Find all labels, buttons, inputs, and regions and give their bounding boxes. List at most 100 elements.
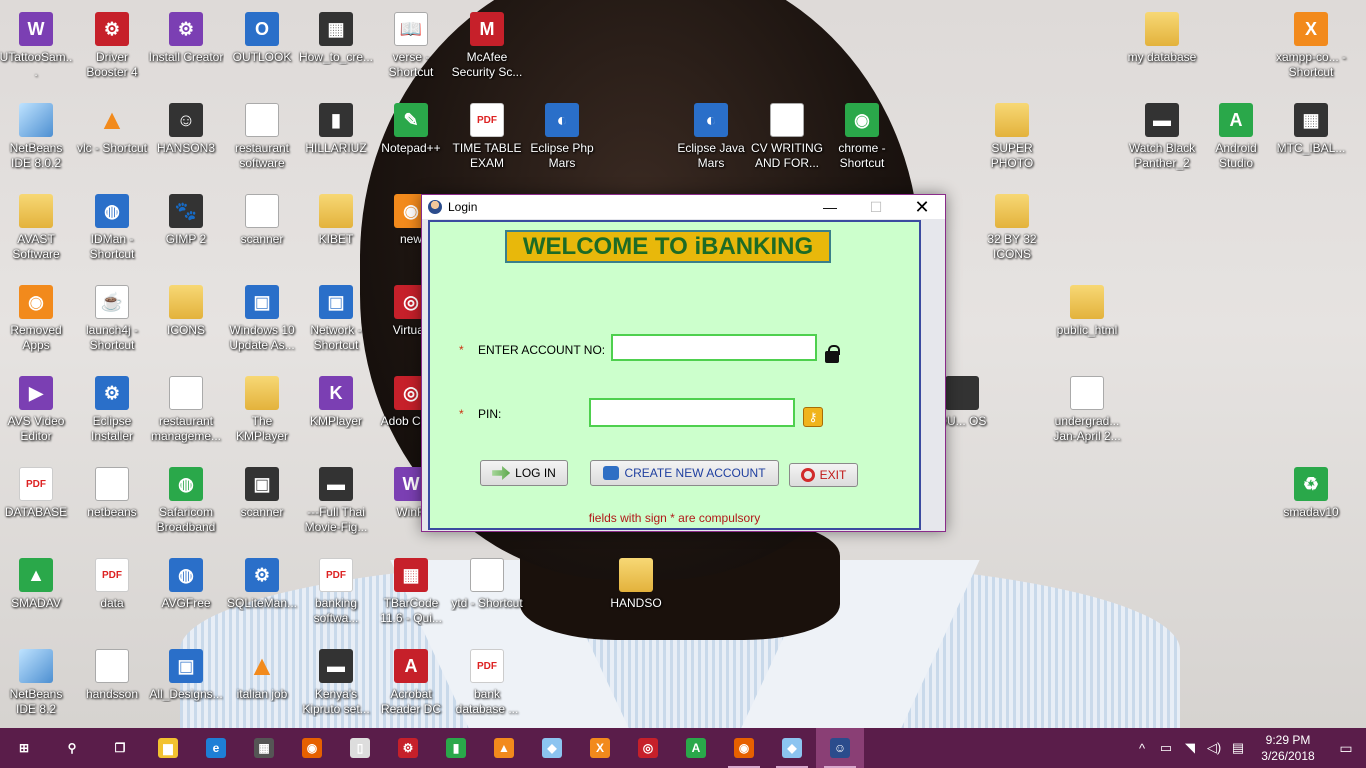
login-button[interactable]: LOG IN xyxy=(480,460,568,486)
clock[interactable]: 9:29 PM 3/26/2018 xyxy=(1250,732,1326,764)
desktop-icon[interactable]: ♻ smadav10 xyxy=(1273,461,1349,520)
desktop-icon[interactable]: HANDSO xyxy=(598,552,674,611)
volume-icon[interactable]: ◁) xyxy=(1202,740,1226,756)
taskbar-store[interactable]: ▦ xyxy=(240,728,288,768)
taskbar-edge[interactable]: e xyxy=(192,728,240,768)
desktop-icon[interactable]: M McAfee Security Sc... xyxy=(449,6,525,80)
network-icon[interactable]: ◥ xyxy=(1178,740,1202,756)
exit-button[interactable]: EXIT xyxy=(789,463,858,487)
desktop-icon[interactable]: ▣ Windows 10 Update As... xyxy=(224,279,300,353)
taskbar-vlc[interactable]: ▲ xyxy=(480,728,528,768)
desktop-icon[interactable]: ◍ IDMan - Shortcut xyxy=(74,188,150,262)
notification-icon[interactable]: ▭ xyxy=(1326,740,1366,757)
desktop-icon[interactable]: KIBET xyxy=(298,188,374,247)
taskbar-xampp[interactable]: X xyxy=(576,728,624,768)
desktop-icon[interactable]: netbeans xyxy=(74,461,150,520)
desktop-icon[interactable]: ▣ All_Designs... xyxy=(148,643,224,702)
desktop-icon[interactable]: 📖 verse - Shortcut xyxy=(373,6,449,80)
desktop-icon[interactable]: ⚙ Driver Booster 4 xyxy=(74,6,150,80)
desktop-icon[interactable]: K KMPlayer xyxy=(298,370,374,429)
taskbar-green-app[interactable]: ▮ xyxy=(432,728,480,768)
desktop-icon[interactable]: PDF DATABASE xyxy=(0,461,74,520)
pin-input[interactable] xyxy=(589,398,795,427)
desktop-icon[interactable]: ◍ Safaricom Broadband xyxy=(148,461,224,535)
desktop-icon[interactable]: PDF bank database ... xyxy=(449,643,525,717)
desktop-icon[interactable]: O OUTLOOK xyxy=(224,6,300,65)
desktop-icon[interactable]: ▮ HILLARIUZ xyxy=(298,97,374,156)
desktop-icon[interactable]: ▦ How_to_cre... xyxy=(298,6,374,65)
taskbar-firefox[interactable]: ◉ xyxy=(288,728,336,768)
keyboard-icon[interactable]: ▤ xyxy=(1226,740,1250,756)
desktop-icon[interactable]: ☕ launch4j - Shortcut xyxy=(74,279,150,353)
chevron-up-icon[interactable]: ^ xyxy=(1130,741,1154,756)
desktop-icon[interactable]: Xxampp-co... - Shortcut xyxy=(1273,6,1349,80)
desktop-icon[interactable]: A Android Studio xyxy=(1198,97,1274,171)
taskbar-start-button[interactable]: ⊞ xyxy=(0,728,48,768)
desktop-icon[interactable]: NetBeans IDE 8.2 xyxy=(0,643,74,717)
desktop-icon[interactable]: ▬ Kenya's Kipruto set... xyxy=(298,643,374,717)
close-button[interactable]: ✕ xyxy=(899,195,945,219)
desktop-icon[interactable]: ▬ ---Full Thai Movie-Fig... xyxy=(298,461,374,535)
taskbar-task-view-button[interactable]: ❐ xyxy=(96,728,144,768)
desktop-icon[interactable]: PDF data xyxy=(74,552,150,611)
desktop-icon[interactable]: ◐ Eclipse Php Mars xyxy=(524,97,600,171)
taskbar-firefox-running[interactable]: ◉ xyxy=(720,728,768,768)
desktop-icon[interactable]: ▬ Watch Black Panther_2 xyxy=(1124,97,1200,171)
desktop-icon[interactable]: SUPER PHOTO xyxy=(974,97,1050,171)
taskbar-netbeans-running[interactable]: ◆ xyxy=(768,728,816,768)
battery-icon[interactable]: ▭ xyxy=(1154,740,1178,756)
desktop-icon[interactable]: ytd - Shortcut xyxy=(449,552,525,611)
minimize-button[interactable]: — xyxy=(807,195,853,219)
desktop-icon[interactable]: handsson xyxy=(74,643,150,702)
edge-icon: e xyxy=(206,738,226,758)
taskbar-login-app[interactable]: ☺ xyxy=(816,728,864,768)
desktop-icon[interactable]: W UTattooSam... xyxy=(0,6,74,80)
taskbar-search-button[interactable]: ⚲ xyxy=(48,728,96,768)
desktop-icon[interactable]: A Acrobat Reader DC xyxy=(373,643,449,717)
taskbar-notepad[interactable]: ▯ xyxy=(336,728,384,768)
desktop-icon[interactable]: ICONS xyxy=(148,279,224,338)
taskbar-driver-booster[interactable]: ⚙ xyxy=(384,728,432,768)
window-titlebar[interactable]: Login — ☐ ✕ xyxy=(422,195,945,219)
taskbar-file-explorer[interactable]: ▆ xyxy=(144,728,192,768)
desktop-icon[interactable]: ☎ restaurant software xyxy=(224,97,300,171)
desktop-icon[interactable]: ▣ Network - Shortcut xyxy=(298,279,374,353)
desktop-icon[interactable]: NetBeans IDE 8.0.2 xyxy=(0,97,74,171)
desktop-icon[interactable]: public_html xyxy=(1049,279,1125,338)
taskbar-android-studio[interactable]: A xyxy=(672,728,720,768)
account-number-input[interactable] xyxy=(611,334,817,361)
desktop-icon[interactable]: AVAST Software xyxy=(0,188,74,262)
desktop-icon[interactable]: ☺ HANSON3 xyxy=(148,97,224,156)
desktop-icon[interactable]: PDF banking softwa... xyxy=(298,552,374,626)
desktop-icon[interactable]: Wundergrad... Jan-April 2... xyxy=(1049,370,1125,444)
desktop-icon[interactable]: ⚙ Install Creator xyxy=(148,6,224,65)
taskbar-netbeans[interactable]: ◆ xyxy=(528,728,576,768)
desktop-icon[interactable]: W CV WRITING AND FOR... xyxy=(749,97,825,171)
desktop-icon[interactable]: my database xyxy=(1124,6,1200,65)
desktop-icon[interactable]: ◉ Removed Apps xyxy=(0,279,74,353)
desktop-icon[interactable]: restaurant manageme... xyxy=(148,370,224,444)
taskbar-creative-cloud[interactable]: ◎ xyxy=(624,728,672,768)
desktop-icon[interactable]: ⚙ Eclipse Installer xyxy=(74,370,150,444)
desktop-icon[interactable]: ▦ TBarCode 11.6 - Qui... xyxy=(373,552,449,626)
desktop-icon[interactable]: 32 BY 32 ICONS xyxy=(974,188,1050,262)
desktop-icon[interactable]: ⚙ SQLiteMan... xyxy=(224,552,300,611)
desktop-icon[interactable]: The KMPlayer xyxy=(224,370,300,444)
desktop-icon[interactable]: ▲ vlc - Shortcut xyxy=(74,97,150,156)
desktop-icon[interactable]: ▦ MTC_IBAL... xyxy=(1273,97,1349,156)
desktop-icon[interactable]: 🐾 GIMP 2 xyxy=(148,188,224,247)
desktop-icon[interactable]: ◉ chrome - Shortcut xyxy=(824,97,900,171)
desktop-icon[interactable]: ◐ Eclipse Java Mars xyxy=(673,97,749,171)
desktop-icon[interactable]: ▲ italian job xyxy=(224,643,300,702)
create-account-button[interactable]: CREATE NEW ACCOUNT xyxy=(590,460,779,486)
maximize-button[interactable]: ☐ xyxy=(853,195,899,219)
desktop-app-icon: 📖 xyxy=(394,12,428,46)
desktop-icon[interactable]: ▣ scanner xyxy=(224,461,300,520)
desktop-icon[interactable]: ◍ AVGFree xyxy=(148,552,224,611)
desktop-icon[interactable]: ▶ AVS Video Editor xyxy=(0,370,74,444)
cube-icon: ◆ xyxy=(782,738,802,758)
desktop-icon[interactable]: ▲ SMADAV xyxy=(0,552,74,611)
desktop-icon[interactable]: PDF TIME TABLE EXAM xyxy=(449,97,525,171)
desktop-icon[interactable]: ⚙ scanner xyxy=(224,188,300,247)
desktop-icon[interactable]: ✎ Notepad++ xyxy=(373,97,449,156)
